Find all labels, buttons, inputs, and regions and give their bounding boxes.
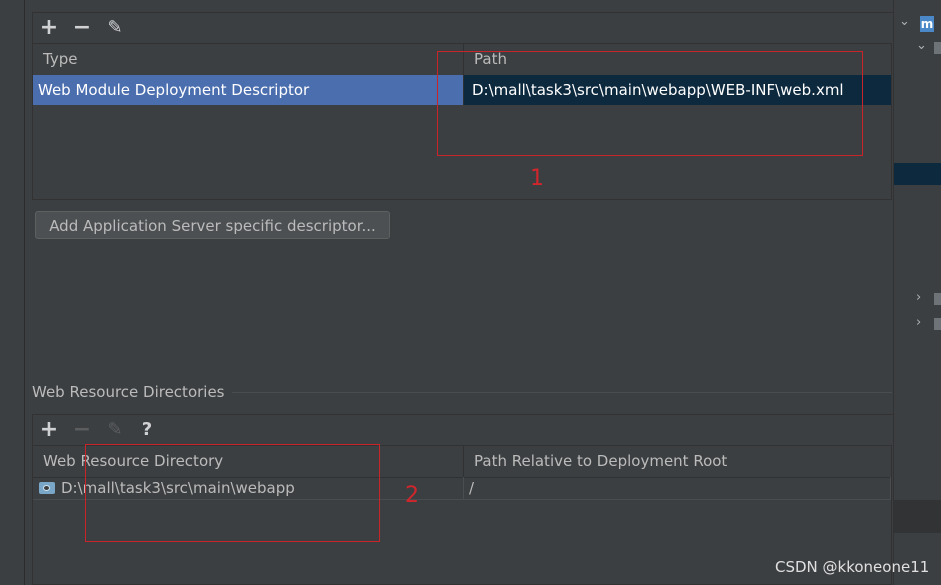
chevron-right-icon[interactable]: › — [916, 290, 921, 305]
section-divider — [232, 392, 892, 393]
annotation-box-1 — [437, 51, 863, 156]
descriptor-type-cell[interactable]: Web Module Deployment Descriptor — [33, 75, 463, 105]
relative-path-cell[interactable]: / — [463, 477, 891, 499]
web-resource-toolbar: + − ✎ ? — [32, 414, 894, 446]
panel-footer — [894, 500, 941, 533]
column-header-relative-path[interactable]: Path Relative to Deployment Root — [463, 446, 891, 477]
edit-descriptor-button[interactable]: ✎ — [103, 16, 127, 40]
folder-icon — [934, 42, 941, 54]
add-directory-button[interactable]: + — [37, 418, 61, 442]
column-header-type[interactable]: Type — [33, 44, 463, 75]
remove-directory-button[interactable]: − — [70, 418, 94, 442]
folder-icon — [934, 293, 941, 305]
project-tree-panel: ⌄ m ⌄ › › — [893, 0, 941, 585]
annotation-label-1: 1 — [530, 166, 544, 191]
selected-tree-row[interactable] — [894, 163, 941, 185]
remove-descriptor-button[interactable]: − — [70, 16, 94, 40]
edit-directory-button[interactable]: ✎ — [103, 418, 127, 442]
help-button[interactable]: ? — [135, 418, 159, 442]
annotation-box-2 — [85, 444, 380, 542]
web-folder-icon — [39, 482, 55, 494]
add-descriptor-button[interactable]: + — [37, 16, 61, 40]
chevron-right-icon[interactable]: › — [916, 315, 921, 330]
chevron-down-icon[interactable]: ⌄ — [899, 14, 910, 29]
section-title: Web Resource Directories — [32, 383, 225, 401]
folder-icon — [934, 318, 941, 330]
left-panel-strip — [0, 0, 25, 585]
module-icon: m — [920, 16, 934, 32]
chevron-down-icon[interactable]: ⌄ — [916, 38, 927, 53]
add-server-descriptor-button[interactable]: Add Application Server specific descript… — [35, 211, 390, 239]
annotation-label-2: 2 — [405, 483, 419, 508]
watermark: CSDN @kkoneone11 — [775, 558, 930, 576]
descriptors-toolbar: + − ✎ — [32, 12, 894, 44]
